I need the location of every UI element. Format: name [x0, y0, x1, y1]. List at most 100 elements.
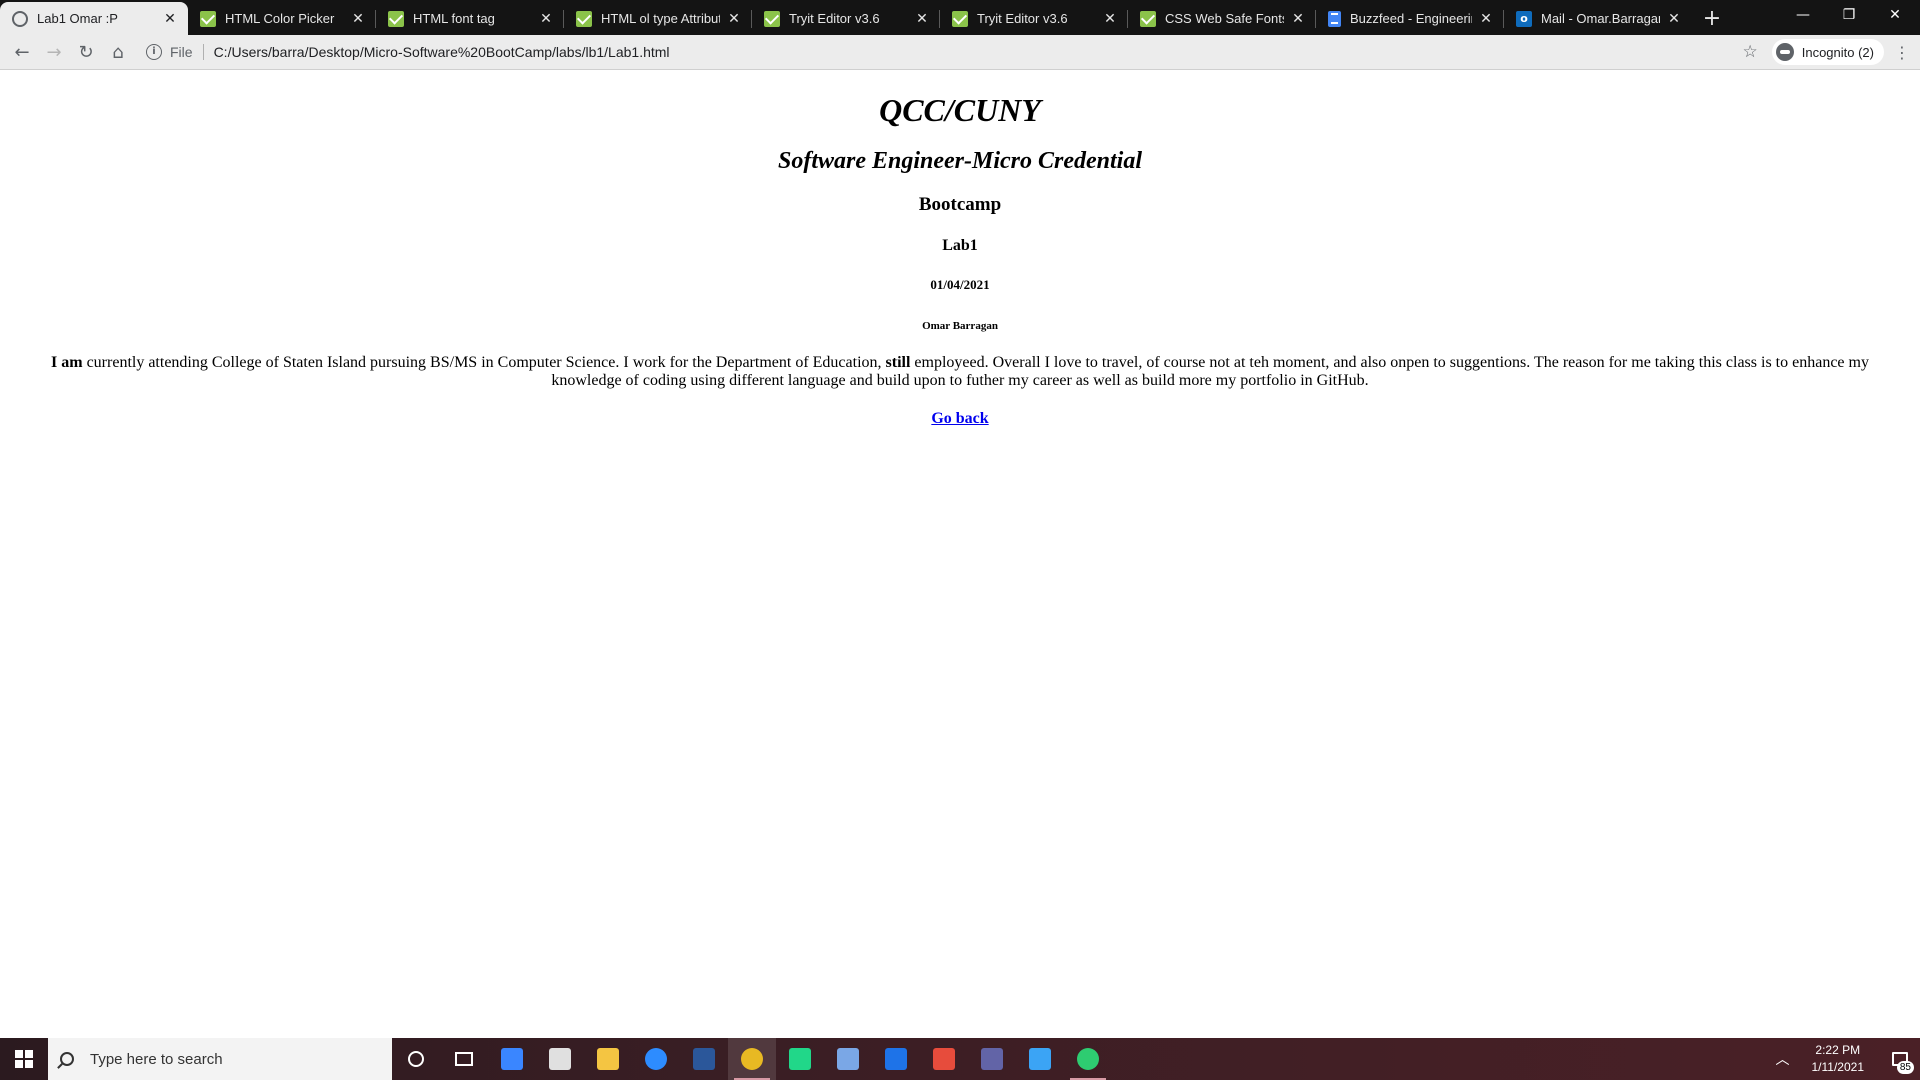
chevron-up-icon[interactable]: ︿ — [1776, 1049, 1790, 1069]
calendar-button[interactable] — [488, 1038, 536, 1080]
close-icon[interactable]: ✕ — [162, 11, 178, 27]
w3schools-icon — [952, 10, 968, 27]
kebab-menu-icon[interactable]: ⋮ — [1894, 43, 1910, 62]
address-bar[interactable]: i File C:/Users/barra/Desktop/Micro-Soft… — [146, 37, 1742, 67]
cortana-button[interactable] — [392, 1038, 440, 1080]
store-icon — [549, 1048, 571, 1070]
reload-icon[interactable]: ↻ — [70, 36, 102, 68]
office-icon — [933, 1048, 955, 1070]
new-tab-button[interactable]: + — [1696, 2, 1728, 35]
page-content: QCC/CUNY Software Engineer-Micro Credent… — [0, 71, 1920, 1038]
app-w-icon — [885, 1048, 907, 1070]
tab-css-web-safe-fonts[interactable]: CSS Web Safe Fonts ✕ — [1128, 2, 1316, 35]
word-icon — [693, 1048, 715, 1070]
close-icon[interactable]: ✕ — [1102, 11, 1118, 27]
w3schools-icon — [764, 10, 780, 27]
virtualbox-button[interactable] — [824, 1038, 872, 1080]
tab-title: CSS Web Safe Fonts — [1165, 11, 1284, 26]
w3schools-icon — [1140, 10, 1156, 27]
home-icon[interactable]: ⌂ — [102, 36, 134, 68]
incognito-button[interactable]: Incognito (2) — [1771, 39, 1884, 65]
action-center-button[interactable]: 85 — [1880, 1038, 1920, 1080]
system-tray: ︿ 2:22 PM 1/11/2021 85 — [1776, 1038, 1920, 1080]
info-icon[interactable]: i — [146, 44, 162, 60]
heading-5: 01/04/2021 — [930, 277, 990, 292]
taskbar-search[interactable]: Type here to search — [48, 1038, 392, 1080]
teams-button[interactable] — [968, 1038, 1016, 1080]
app-green-button[interactable] — [1064, 1038, 1112, 1080]
globe-icon — [12, 10, 28, 27]
go-back-link[interactable]: Go back — [931, 410, 988, 428]
start-button[interactable] — [0, 1038, 48, 1080]
window-close-icon[interactable]: ✕ — [1872, 0, 1918, 30]
heading-2: Software Engineer-Micro Credential — [777, 148, 1143, 174]
chrome-icon — [741, 1048, 763, 1070]
tab-title: Mail - Omar.Barragan@ — [1541, 11, 1660, 26]
tab-html-font-tag[interactable]: HTML font tag ✕ — [376, 2, 564, 35]
store-button[interactable] — [536, 1038, 584, 1080]
browser-toolbar: ← → ↻ ⌂ i File C:/Users/barra/Desktop/Mi… — [0, 35, 1920, 70]
pycharm-icon — [789, 1048, 811, 1070]
word-button[interactable] — [680, 1038, 728, 1080]
clock-time: 2:22 PM — [1815, 1043, 1861, 1057]
zoom-button[interactable] — [632, 1038, 680, 1080]
cortana-icon — [408, 1051, 424, 1067]
tab-lab1[interactable]: Lab1 Omar :P ✕ — [0, 2, 188, 35]
heading-6: Omar Barragan — [922, 320, 998, 332]
tab-mail[interactable]: Mail - Omar.Barragan@ ✕ — [1504, 2, 1692, 35]
pycharm-button[interactable] — [776, 1038, 824, 1080]
tab-html-color-picker[interactable]: HTML Color Picker ✕ — [188, 2, 376, 35]
minimize-icon[interactable]: — — [1780, 0, 1826, 30]
close-icon[interactable]: ✕ — [350, 11, 366, 27]
tab-title: Tryit Editor v3.6 — [977, 11, 1068, 26]
tab-buzzfeed[interactable]: Buzzfeed - Engineering ✕ — [1316, 2, 1504, 35]
close-icon[interactable]: ✕ — [726, 11, 742, 27]
file-explorer-button[interactable] — [584, 1038, 632, 1080]
back-arrow-icon[interactable]: ← — [6, 36, 38, 68]
close-icon[interactable]: ✕ — [538, 11, 554, 27]
incognito-icon — [1775, 43, 1794, 61]
phone-button[interactable] — [1016, 1038, 1064, 1080]
windows-logo-icon — [15, 1050, 33, 1068]
tab-html-ol-type[interactable]: HTML ol type Attribute ✕ — [564, 2, 752, 35]
clock[interactable]: 2:22 PM 1/11/2021 — [1812, 1042, 1865, 1076]
tab-strip: Lab1 Omar :P ✕ HTML Color Picker ✕ HTML … — [0, 0, 1920, 35]
teams-icon — [981, 1048, 1003, 1070]
tab-title: HTML font tag — [413, 11, 495, 26]
heading-1: QCC/CUNY — [879, 92, 1041, 128]
task-view-button[interactable] — [440, 1038, 488, 1080]
close-icon[interactable]: ✕ — [1666, 11, 1682, 27]
w3schools-icon — [576, 10, 592, 27]
url-text[interactable]: C:/Users/barra/Desktop/Micro-Software%20… — [214, 44, 670, 60]
chrome-button[interactable] — [728, 1038, 776, 1080]
incognito-label: Incognito (2) — [1801, 44, 1874, 60]
bold-phrase: still — [885, 354, 911, 371]
google-docs-icon — [1328, 10, 1341, 27]
paragraph-text: currently attending College of Staten Is… — [82, 354, 886, 371]
close-icon[interactable]: ✕ — [914, 11, 930, 27]
zoom-icon — [645, 1048, 667, 1070]
pinned-apps — [488, 1038, 1112, 1080]
file-explorer-icon — [597, 1048, 619, 1070]
office-button[interactable] — [920, 1038, 968, 1080]
outlook-icon — [1516, 10, 1532, 27]
app-green-icon — [1077, 1048, 1099, 1070]
tab-title: Tryit Editor v3.6 — [789, 11, 880, 26]
forward-arrow-icon[interactable]: → — [38, 36, 70, 68]
search-placeholder: Type here to search — [90, 1050, 223, 1068]
calendar-icon — [501, 1048, 523, 1070]
app-w-button[interactable] — [872, 1038, 920, 1080]
clock-date: 1/11/2021 — [1811, 1060, 1865, 1074]
close-icon[interactable]: ✕ — [1290, 11, 1306, 27]
tab-title: Lab1 Omar :P — [37, 11, 118, 26]
phone-icon — [1029, 1048, 1051, 1070]
restore-icon[interactable]: ❐ — [1826, 0, 1872, 30]
notification-badge: 85 — [1896, 1061, 1914, 1074]
close-icon[interactable]: ✕ — [1478, 11, 1494, 27]
heading-3: Bootcamp — [918, 194, 1002, 215]
tab-tryit-editor-2[interactable]: Tryit Editor v3.6 ✕ — [940, 2, 1128, 35]
bookmark-star-icon[interactable]: ☆ — [1742, 42, 1757, 62]
w3schools-icon — [388, 10, 404, 27]
tab-tryit-editor-1[interactable]: Tryit Editor v3.6 ✕ — [752, 2, 940, 35]
url-scheme: File — [170, 44, 204, 60]
